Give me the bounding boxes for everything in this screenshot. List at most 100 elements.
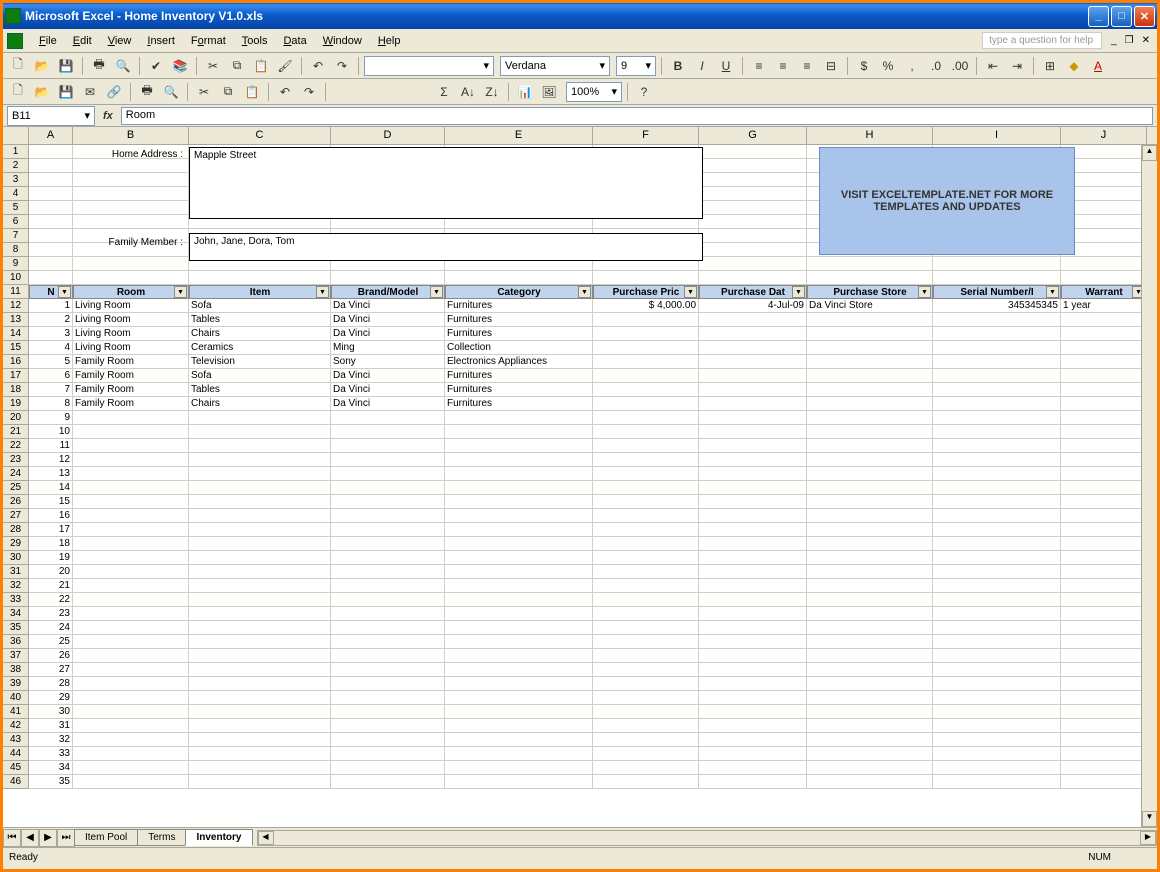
cell[interactable] [807, 355, 933, 369]
cell[interactable] [699, 201, 807, 215]
row-header[interactable]: 18 [3, 383, 29, 397]
cell[interactable] [331, 467, 445, 481]
cell[interactable] [933, 621, 1061, 635]
column-header-H[interactable]: H [807, 127, 933, 144]
cell[interactable] [189, 621, 331, 635]
cell[interactable] [73, 551, 189, 565]
cell[interactable] [933, 355, 1061, 369]
row-header[interactable]: 29 [3, 537, 29, 551]
cell[interactable] [593, 537, 699, 551]
cell[interactable]: 29 [29, 691, 73, 705]
cell[interactable]: 5 [29, 355, 73, 369]
cell[interactable] [445, 747, 593, 761]
filter-header[interactable]: Purchase Store▼ [807, 285, 933, 299]
cell[interactable] [29, 201, 73, 215]
cell[interactable] [189, 439, 331, 453]
cell[interactable]: Ceramics [189, 341, 331, 355]
cell[interactable] [189, 271, 331, 285]
cell[interactable]: Living Room [73, 299, 189, 313]
cell[interactable] [445, 719, 593, 733]
cell[interactable] [445, 761, 593, 775]
cell[interactable] [73, 439, 189, 453]
cell[interactable] [699, 523, 807, 537]
cell[interactable] [593, 383, 699, 397]
menu-insert[interactable]: Insert [139, 33, 183, 49]
cell[interactable] [699, 327, 807, 341]
cell[interactable] [73, 481, 189, 495]
cell[interactable] [331, 481, 445, 495]
cell[interactable]: Da Vinci [331, 397, 445, 411]
row-header[interactable]: 25 [3, 481, 29, 495]
cell[interactable] [73, 495, 189, 509]
cell[interactable] [933, 397, 1061, 411]
cell[interactable] [699, 663, 807, 677]
cell[interactable] [331, 621, 445, 635]
cell[interactable]: 345345345 [933, 299, 1061, 313]
cell[interactable]: Furnitures [445, 327, 593, 341]
increase-indent-button[interactable]: ⇥ [1006, 55, 1028, 77]
cell[interactable] [699, 593, 807, 607]
cell[interactable]: Ming [331, 341, 445, 355]
cell[interactable] [933, 383, 1061, 397]
cell[interactable] [73, 257, 189, 271]
cell[interactable] [933, 719, 1061, 733]
cell[interactable] [593, 313, 699, 327]
cell[interactable] [73, 271, 189, 285]
cell[interactable]: 26 [29, 649, 73, 663]
cell[interactable] [933, 327, 1061, 341]
row-header[interactable]: 32 [3, 579, 29, 593]
cell[interactable] [445, 677, 593, 691]
cell[interactable]: 24 [29, 621, 73, 635]
cell[interactable] [699, 271, 807, 285]
cell[interactable] [189, 509, 331, 523]
cell[interactable] [445, 271, 593, 285]
cell[interactable]: 4-Jul-09 [699, 299, 807, 313]
cell[interactable] [1061, 733, 1147, 747]
cell[interactable] [1061, 705, 1147, 719]
row-header[interactable]: 38 [3, 663, 29, 677]
row-header[interactable]: 24 [3, 467, 29, 481]
cell[interactable] [331, 425, 445, 439]
cell[interactable]: 19 [29, 551, 73, 565]
cell[interactable] [1061, 271, 1147, 285]
cell[interactable] [933, 677, 1061, 691]
cell[interactable] [73, 775, 189, 789]
cell[interactable]: Da Vinci Store [807, 299, 933, 313]
cell[interactable] [933, 509, 1061, 523]
cell[interactable] [699, 635, 807, 649]
cell[interactable] [1061, 425, 1147, 439]
cell[interactable] [331, 453, 445, 467]
cell[interactable] [593, 747, 699, 761]
cell[interactable] [699, 705, 807, 719]
italic-button[interactable]: I [691, 55, 713, 77]
font-combo[interactable]: Verdana▾ [500, 56, 610, 76]
cell[interactable] [445, 509, 593, 523]
cell[interactable]: Collection [445, 341, 593, 355]
sheet-tab-item-pool[interactable]: Item Pool [74, 829, 138, 846]
cell[interactable] [73, 607, 189, 621]
row-header[interactable]: 23 [3, 453, 29, 467]
row-header[interactable]: 8 [3, 243, 29, 257]
doc-minimize-button[interactable]: _ [1108, 35, 1120, 46]
cell[interactable] [331, 775, 445, 789]
cell[interactable] [699, 439, 807, 453]
cell[interactable] [445, 621, 593, 635]
tb2-btn-5[interactable]: 🔗 [103, 81, 125, 103]
menu-file[interactable]: File [31, 33, 65, 49]
row-header[interactable]: 9 [3, 257, 29, 271]
cell[interactable]: 11 [29, 439, 73, 453]
cell[interactable] [1061, 383, 1147, 397]
cell[interactable] [593, 271, 699, 285]
cell[interactable] [699, 243, 807, 257]
fx-icon[interactable]: fx [99, 110, 117, 122]
row-header[interactable]: 13 [3, 313, 29, 327]
cell[interactable] [445, 495, 593, 509]
cell[interactable] [445, 551, 593, 565]
row-header[interactable]: 19 [3, 397, 29, 411]
cell[interactable] [593, 439, 699, 453]
cell[interactable]: Da Vinci [331, 369, 445, 383]
drawing-button[interactable]: 🖼 [538, 81, 560, 103]
cell[interactable] [699, 733, 807, 747]
print-button[interactable]: 🖶 [88, 55, 110, 77]
menu-view[interactable]: View [100, 33, 140, 49]
